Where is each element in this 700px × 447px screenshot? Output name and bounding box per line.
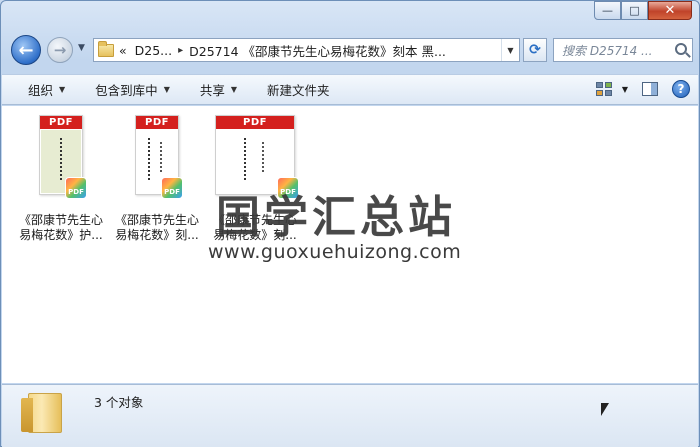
- close-button[interactable]: ✕: [648, 1, 692, 20]
- preview-pane-button[interactable]: [642, 82, 658, 96]
- watermark-title: 国学汇总站: [216, 192, 456, 243]
- share-label: 共享: [199, 83, 225, 98]
- calligraphy-icon: [60, 138, 63, 180]
- file-name: 《邵康节先生心易梅花数》护...: [18, 213, 103, 242]
- pdf-band: PDF: [216, 116, 294, 129]
- pdf-app-icon: PDF: [161, 177, 183, 199]
- pdf-app-icon: PDF: [65, 177, 87, 199]
- share-menu[interactable]: 共享 ▼: [200, 80, 237, 99]
- folder-icon: [21, 393, 62, 433]
- address-bar[interactable]: « D25... ▸ D25714 《邵康节先生心易梅花数》刻本 黑... ▼: [93, 38, 520, 62]
- details-pane: 3 个对象: [2, 384, 698, 447]
- calligraphy-icon: [148, 138, 151, 180]
- address-dropdown-icon[interactable]: ▼: [501, 39, 519, 61]
- view-controls: ▼ ?: [595, 80, 690, 98]
- file-item[interactable]: PDF PDF 《邵康节先生心易梅花数》护...: [14, 115, 108, 243]
- forward-button[interactable]: →: [47, 37, 73, 63]
- help-icon: ?: [677, 82, 685, 96]
- search-input[interactable]: 搜索 D25714 ...: [553, 38, 693, 62]
- chevron-down-icon: ▼: [621, 84, 628, 94]
- chevron-down-icon: ▼: [59, 85, 66, 94]
- folder-icon: [98, 40, 114, 57]
- calligraphy-icon: [244, 138, 247, 180]
- maximize-button[interactable]: □: [621, 1, 648, 20]
- calligraphy-icon: [160, 142, 163, 172]
- include-in-library-label: 包含到库中: [95, 83, 158, 98]
- new-folder-button[interactable]: 新建文件夹: [267, 80, 330, 99]
- window-controls: — □ ✕: [594, 1, 692, 20]
- calligraphy-icon: [262, 142, 265, 172]
- search-icon[interactable]: [675, 43, 687, 55]
- forward-arrow-icon: →: [53, 41, 67, 59]
- breadcrumb-segment-parent[interactable]: D25...: [135, 43, 172, 58]
- recent-pages-dropdown[interactable]: ▼: [78, 43, 85, 53]
- breadcrumb-segment-current[interactable]: D25714 《邵康节先生心易梅花数》刻本 黑...: [189, 41, 446, 60]
- chevron-down-icon: ▼: [163, 85, 170, 94]
- watermark-url: www.guoxuehuizong.com: [208, 241, 462, 263]
- include-in-library-menu[interactable]: 包含到库中 ▼: [95, 80, 170, 99]
- change-view-button[interactable]: ▼: [595, 82, 628, 96]
- back-button[interactable]: ←: [11, 35, 41, 65]
- back-arrow-icon: ←: [18, 39, 34, 61]
- breadcrumb-chevron-icon[interactable]: ▸: [178, 45, 183, 56]
- explorer-window: — □ ✕ ← → ▼ « D25... ▸ D25714 《邵康节先生心易梅花…: [0, 0, 700, 447]
- item-count: 3 个对象: [94, 395, 144, 410]
- views-icon: [595, 82, 612, 96]
- pdf-thumbnail: PDF PDF: [39, 115, 87, 199]
- pdf-band: PDF: [136, 116, 178, 129]
- navigation-bar: ← → ▼ « D25... ▸ D25714 《邵康节先生心易梅花数》刻本 黑…: [9, 33, 693, 67]
- chevron-down-icon: ▼: [230, 85, 238, 94]
- organize-label: 组织: [28, 83, 54, 98]
- file-name: 《邵康节先生心易梅花数》刻...: [114, 213, 199, 242]
- file-item[interactable]: PDF PDF 《邵康节先生心易梅花数》刻...: [110, 115, 204, 243]
- mouse-cursor-icon: [601, 403, 609, 416]
- command-bar: 组织 ▼ 包含到库中 ▼ 共享 ▼ 新建文件夹 ▼ ?: [2, 74, 698, 105]
- search-placeholder: 搜索 D25714 ...: [562, 43, 653, 58]
- refresh-button[interactable]: ⟳: [523, 38, 547, 62]
- pdf-band: PDF: [40, 116, 82, 129]
- refresh-icon: ⟳: [529, 42, 541, 58]
- help-button[interactable]: ?: [672, 80, 690, 98]
- new-folder-label: 新建文件夹: [267, 83, 330, 98]
- organize-menu[interactable]: 组织 ▼: [28, 80, 65, 99]
- minimize-button[interactable]: —: [594, 1, 621, 20]
- breadcrumb-overflow[interactable]: «: [119, 43, 127, 58]
- pdf-thumbnail: PDF PDF: [135, 115, 183, 199]
